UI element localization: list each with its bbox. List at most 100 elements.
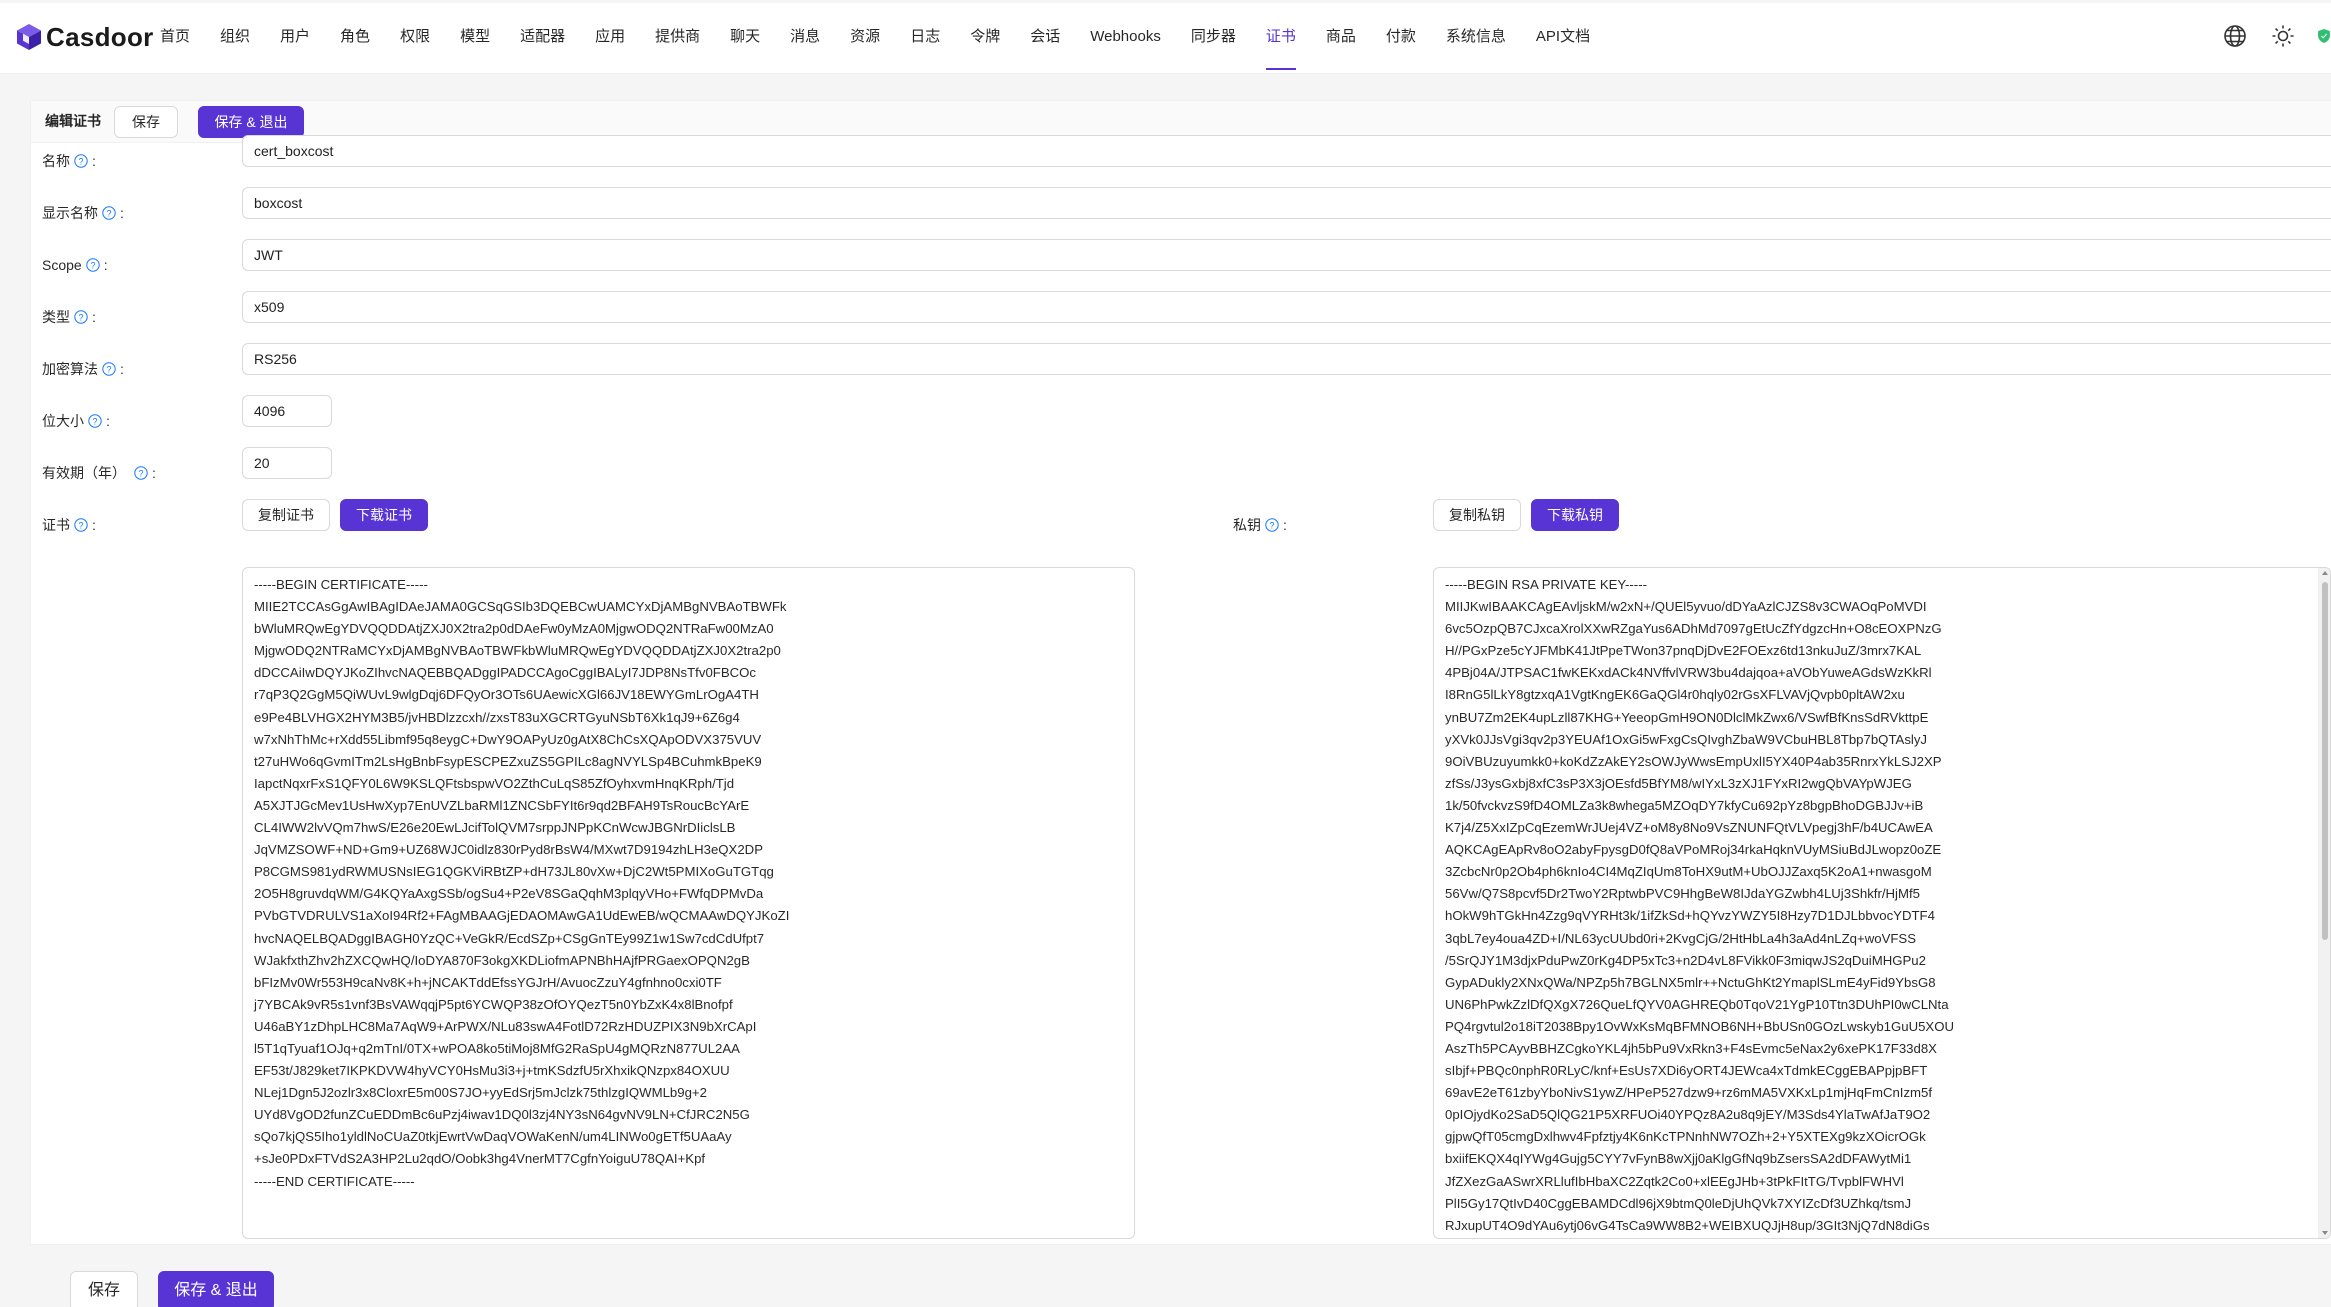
expire-in-years-label: 有效期（年） ? :	[42, 457, 156, 489]
bit-size-label-text: 位大小	[42, 413, 84, 429]
name-label-text: 名称	[42, 153, 70, 169]
help-circle-icon[interactable]: ?	[86, 258, 100, 272]
help-circle-icon[interactable]: ?	[74, 154, 88, 168]
bit-size-input[interactable]: 4096	[242, 395, 332, 427]
globe-icon[interactable]	[2221, 22, 2249, 50]
menu-item-logs[interactable]: 日志	[895, 0, 955, 74]
private-key-label: 私钥 ? :	[1233, 509, 1287, 541]
colon: :	[92, 153, 96, 169]
colon: :	[103, 257, 108, 273]
name-label: 名称 ? :	[42, 145, 96, 177]
certificate-label: 证书 ? :	[42, 509, 96, 541]
menu-item-adapters[interactable]: 适配器	[505, 0, 580, 74]
display-name-input[interactable]: boxcost	[242, 187, 2331, 219]
menu-item-system-info[interactable]: 系统信息	[1431, 0, 1521, 74]
main-content: 编辑证书 保存 保存 & 退出 名称 ? : cert_boxcost 显示名称…	[0, 74, 2331, 1307]
save-exit-button[interactable]: 保存 & 退出	[198, 106, 304, 138]
textarea-scrollbar[interactable]	[2318, 568, 2330, 1238]
certificate-label-text: 证书	[42, 517, 70, 533]
brand-logo[interactable]: Casdoor	[16, 20, 154, 54]
menu-item-resources[interactable]: 资源	[835, 0, 895, 74]
private-key-text: -----BEGIN RSA PRIVATE KEY----- MIIJKwIB…	[1445, 577, 1955, 1233]
edit-cert-card: 编辑证书 保存 保存 & 退出 名称 ? : cert_boxcost 显示名称…	[30, 100, 2331, 1245]
svg-text:?: ?	[78, 312, 83, 322]
bottom-save-exit-button[interactable]: 保存 & 退出	[158, 1271, 274, 1307]
bit-size-label: 位大小 ? :	[42, 405, 110, 437]
help-circle-icon[interactable]: ?	[74, 518, 88, 532]
svg-text:?: ?	[78, 520, 83, 530]
scope-label: Scope ? :	[42, 249, 108, 281]
svg-text:?: ?	[92, 416, 97, 426]
private-key-label-text: 私钥	[1233, 517, 1261, 533]
help-circle-icon[interactable]: ?	[1265, 518, 1279, 532]
name-input[interactable]: cert_boxcost	[242, 135, 2331, 167]
svg-text:?: ?	[106, 208, 111, 218]
scroll-down-arrow-icon[interactable]	[2322, 1231, 2328, 1235]
display-name-label-text: 显示名称	[42, 205, 98, 221]
menu-item-syncers[interactable]: 同步器	[1176, 0, 1251, 74]
colon: :	[120, 205, 124, 221]
scope-select[interactable]: JWT	[242, 239, 2331, 271]
colon: :	[152, 465, 156, 481]
help-circle-icon[interactable]: ?	[102, 362, 116, 376]
brand-name: Casdoor	[46, 21, 154, 52]
type-select[interactable]: x509	[242, 291, 2331, 323]
save-button[interactable]: 保存	[114, 106, 178, 138]
svg-text:?: ?	[1269, 520, 1274, 530]
top-nav: Casdoor 首页 组织 用户 角色 权限 模型 适配器 应用 提供商 聊天 …	[0, 0, 2331, 74]
menu-item-tokens[interactable]: 令牌	[955, 0, 1015, 74]
menu-item-api-docs[interactable]: API文档	[1521, 0, 1605, 74]
help-circle-icon[interactable]: ?	[134, 466, 148, 480]
menu-item-messages[interactable]: 消息	[775, 0, 835, 74]
menu-item-applications[interactable]: 应用	[580, 0, 640, 74]
expire-in-years-label-text: 有效期（年）	[42, 465, 126, 481]
sun-icon[interactable]	[2269, 22, 2297, 50]
menu-item-webhooks[interactable]: Webhooks	[1075, 0, 1176, 74]
nav-right-tools	[2221, 22, 2331, 50]
copy-certificate-button[interactable]: 复制证书	[242, 499, 330, 531]
menu-item-certs[interactable]: 证书	[1251, 0, 1311, 74]
crypto-algorithm-label-text: 加密算法	[42, 361, 98, 377]
scroll-up-arrow-icon[interactable]	[2322, 571, 2328, 575]
menu-item-products[interactable]: 商品	[1311, 0, 1371, 74]
scrollbar-thumb[interactable]	[2322, 582, 2328, 940]
menu-item-organizations[interactable]: 组织	[205, 0, 265, 74]
crypto-algorithm-label: 加密算法 ? :	[42, 353, 124, 385]
page-title: 编辑证书	[45, 113, 101, 129]
colon: :	[120, 361, 124, 377]
expire-in-years-input[interactable]: 20	[242, 447, 332, 479]
menu-item-home[interactable]: 首页	[145, 0, 205, 74]
help-circle-icon[interactable]: ?	[74, 310, 88, 324]
download-certificate-button[interactable]: 下载证书	[340, 499, 428, 531]
type-label: 类型 ? :	[42, 301, 96, 333]
casdoor-cube-icon	[16, 23, 42, 51]
menu-item-users[interactable]: 用户	[265, 0, 325, 74]
svg-text:?: ?	[90, 260, 95, 270]
certificate-textarea[interactable]: -----BEGIN CERTIFICATE----- MIIE2TCCAsGg…	[242, 567, 1135, 1239]
colon: :	[92, 517, 96, 533]
menu-item-providers[interactable]: 提供商	[640, 0, 715, 74]
shield-icon[interactable]	[2317, 22, 2331, 50]
download-private-key-button[interactable]: 下载私钥	[1531, 499, 1619, 531]
help-circle-icon[interactable]: ?	[102, 206, 116, 220]
colon: :	[106, 413, 110, 429]
menu-item-roles[interactable]: 角色	[325, 0, 385, 74]
copy-private-key-button[interactable]: 复制私钥	[1433, 499, 1521, 531]
colon: :	[92, 309, 96, 325]
menu-item-chats[interactable]: 聊天	[715, 0, 775, 74]
private-key-textarea[interactable]: -----BEGIN RSA PRIVATE KEY----- MIIJKwIB…	[1433, 567, 2331, 1239]
type-label-text: 类型	[42, 309, 70, 325]
menu-item-payments[interactable]: 付款	[1371, 0, 1431, 74]
display-name-label: 显示名称 ? :	[42, 197, 124, 229]
crypto-algorithm-select[interactable]: RS256	[242, 343, 2331, 375]
menu-item-sessions[interactable]: 会话	[1015, 0, 1075, 74]
bottom-save-button[interactable]: 保存	[70, 1271, 138, 1307]
menu-item-models[interactable]: 模型	[445, 0, 505, 74]
svg-text:?: ?	[106, 364, 111, 374]
help-circle-icon[interactable]: ?	[88, 414, 102, 428]
svg-text:?: ?	[78, 156, 83, 166]
menu-item-permissions[interactable]: 权限	[385, 0, 445, 74]
svg-text:?: ?	[138, 468, 143, 478]
colon: :	[1283, 517, 1287, 533]
certificate-text: -----BEGIN CERTIFICATE----- MIIE2TCCAsGg…	[254, 577, 790, 1189]
